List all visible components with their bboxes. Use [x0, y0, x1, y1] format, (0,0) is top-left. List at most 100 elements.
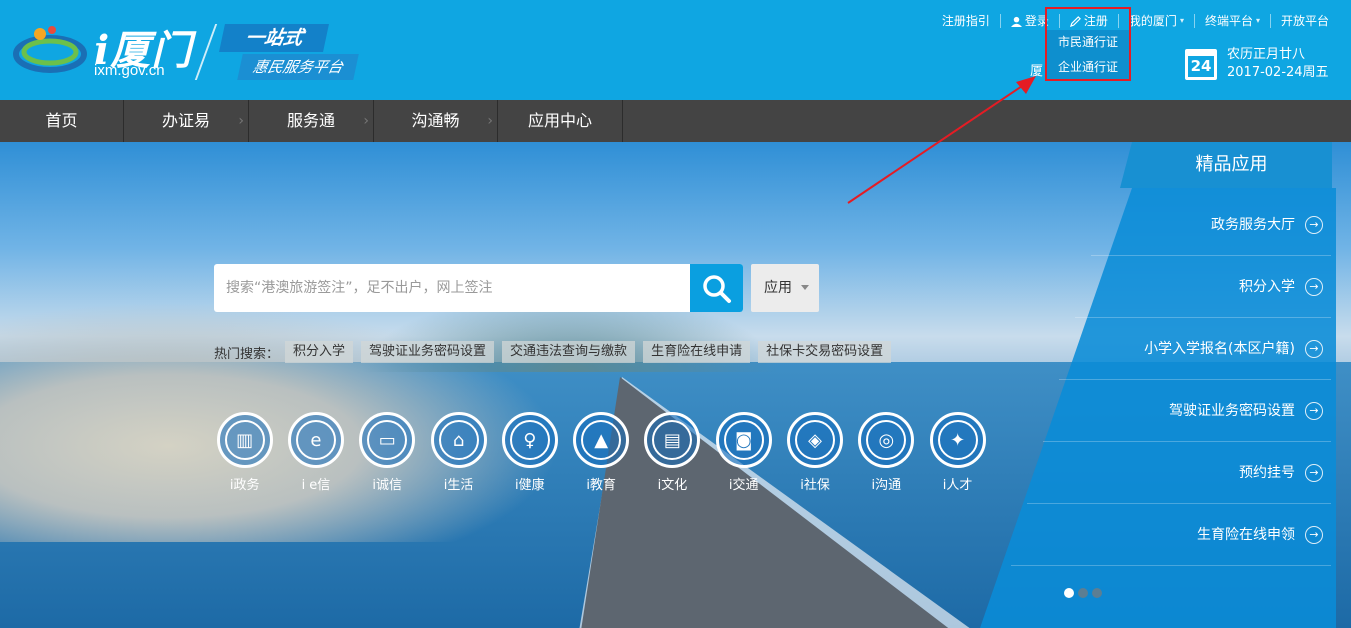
open-platform-label: 开放平台: [1280, 14, 1329, 28]
category-life[interactable]: ⌂ i生活: [423, 412, 494, 493]
nav-app-center[interactable]: 应用中心: [498, 100, 623, 142]
register-dropdown: 市民通行证 企业通行证: [1046, 30, 1130, 80]
category-label: i教育: [586, 478, 616, 493]
search-button[interactable]: [690, 264, 743, 312]
hot-search-tag[interactable]: 积分入学: [285, 341, 354, 363]
panel-item-label: 小学入学报名(本区户籍): [1144, 341, 1295, 357]
gregorian-date: 2017-02-24周五: [1227, 65, 1329, 80]
category-label: i生活: [443, 478, 474, 493]
panel-item[interactable]: 驾驶证业务密码设置 →: [1043, 380, 1331, 442]
category-circle: ▭: [359, 412, 416, 468]
nav-home[interactable]: 首页: [0, 100, 124, 142]
panel-title: 精品应用: [1195, 154, 1268, 175]
hot-search-tag[interactable]: 驾驶证业务密码设置: [361, 341, 495, 363]
category-communication[interactable]: ◎ i沟通: [851, 412, 922, 493]
yoga-icon: ♀: [509, 420, 550, 460]
category-circle: ⌂: [430, 412, 487, 468]
category-traffic[interactable]: ◙ i交通: [708, 412, 779, 493]
category-label: i社保: [800, 478, 830, 493]
car-icon: ◙: [723, 420, 764, 460]
panel-item[interactable]: 小学入学报名(本区户籍) →: [1059, 318, 1331, 380]
site-header: i厦门 ixm.gov.cn 一站式 惠民服务平台 注册指引 登录 注册 我的厦…: [0, 0, 1351, 100]
arrow-right-icon: →: [1305, 402, 1323, 420]
search-icon: [703, 275, 731, 303]
nav-certificates[interactable]: 办证易 ›: [124, 100, 249, 142]
category-education[interactable]: ▲ i教育: [565, 412, 636, 493]
category-circle: ◈: [787, 412, 844, 468]
search-input[interactable]: [214, 264, 690, 312]
main-nav: 首页 办证易 › 服务通 › 沟通畅 › 应用中心: [0, 100, 1351, 142]
panel-item[interactable]: 生育险在线申领 →: [1011, 504, 1331, 566]
hot-search-tag[interactable]: 生育险在线申请: [643, 341, 751, 363]
hot-search-label: 热门搜索：: [214, 346, 280, 362]
slogan-one-stop: 一站式: [219, 24, 329, 52]
date-info: 农历正月廿八 2017-02-24周五: [1227, 46, 1329, 82]
nav-services[interactable]: 服务通 ›: [249, 100, 374, 142]
chevron-right-icon: ›: [363, 113, 369, 129]
category-health[interactable]: ♀ i健康: [494, 412, 565, 493]
site-logo[interactable]: i厦门 ixm.gov.cn: [12, 14, 197, 84]
open-platform-link[interactable]: 开放平台: [1271, 14, 1329, 28]
category-circle: ▲: [573, 412, 630, 468]
category-government[interactable]: ▥ i政务: [209, 412, 280, 493]
carousel-dot[interactable]: [1064, 588, 1074, 598]
category-circle: ◎: [858, 412, 915, 468]
arrow-right-icon: →: [1305, 216, 1323, 234]
featured-apps-panel: 精品应用 政务服务大厅 → 积分入学 → 小学入学报名(本区户籍) → 驾驶证业务密码…: [980, 142, 1351, 628]
panel-item[interactable]: 积分入学 →: [1075, 256, 1331, 318]
chat-icon: ◎: [866, 420, 907, 460]
enterprise-pass-option[interactable]: 企业通行证: [1046, 55, 1130, 80]
building-icon: ▥: [224, 420, 265, 460]
search-scope-label: 应用: [764, 280, 792, 296]
nav-communication-label: 沟通畅: [411, 111, 460, 130]
hot-search: 热门搜索： 积分入学 驾驶证业务密码设置 交通违法查询与缴款 生育险在线申请 社…: [214, 340, 899, 364]
graduation-cap-icon: ▲: [581, 420, 622, 460]
hot-search-tag[interactable]: 交通违法查询与缴款: [502, 341, 636, 363]
category-social-security[interactable]: ◈ i社保: [779, 412, 850, 493]
nav-home-label: 首页: [45, 111, 78, 130]
panel-item-label: 驾驶证业务密码设置: [1169, 403, 1295, 419]
register-guide-link[interactable]: 注册指引: [932, 14, 1001, 28]
category-circle: ◙: [715, 412, 772, 468]
calendar-day: 24: [1190, 57, 1212, 75]
terminal-platform-menu[interactable]: 终端平台 ▾: [1195, 14, 1271, 28]
arrow-right-icon: →: [1305, 464, 1323, 482]
logo-swirl-icon: [13, 26, 87, 73]
category-label: i交通: [728, 478, 759, 493]
chevron-down-icon: ▾: [1179, 16, 1184, 25]
e-icon: e: [295, 420, 336, 460]
weather-city: 厦: [1030, 64, 1044, 79]
my-xiamen-menu[interactable]: 我的厦门 ▾: [1119, 14, 1195, 28]
category-label: i健康: [515, 478, 545, 493]
logo-divider: [194, 24, 218, 80]
user-icon: [1010, 16, 1022, 27]
card-icon: ▭: [367, 420, 408, 460]
calendar-icon: 24: [1185, 49, 1217, 80]
logo-domain: ixm.gov.cn: [94, 62, 165, 79]
category-circle: ✦: [929, 412, 986, 468]
panel-item[interactable]: 预约挂号 →: [1027, 442, 1331, 504]
register-link[interactable]: 注册: [1060, 14, 1119, 28]
search-scope-select[interactable]: 应用: [751, 264, 819, 312]
hot-search-tag[interactable]: 社保卡交易密码设置: [758, 341, 892, 363]
category-credit[interactable]: ▭ i诚信: [352, 412, 423, 493]
chevron-down-icon: ▾: [1255, 16, 1260, 25]
carousel-dot[interactable]: [1092, 588, 1102, 598]
category-e-letter[interactable]: e i e信: [280, 412, 351, 493]
panel-item[interactable]: 政务服务大厅 →: [1091, 194, 1331, 256]
login-link[interactable]: 登录: [1001, 14, 1060, 28]
login-label: 登录: [1024, 14, 1049, 28]
category-label: i政务: [229, 478, 260, 493]
terminal-platform-label: 终端平台: [1204, 14, 1253, 28]
panel-item-label: 预约挂号: [1239, 465, 1295, 481]
category-culture[interactable]: ▤ i文化: [637, 412, 708, 493]
citizen-pass-option[interactable]: 市民通行证: [1046, 30, 1130, 55]
category-label: i e信: [301, 478, 331, 493]
nav-communication[interactable]: 沟通畅 ›: [374, 100, 498, 142]
register-guide-label: 注册指引: [941, 14, 990, 28]
carousel-dot[interactable]: [1078, 588, 1088, 598]
arrow-right-icon: →: [1305, 278, 1323, 296]
category-circle: e: [287, 412, 344, 468]
top-utility-nav: 注册指引 登录 注册 我的厦门 ▾ 终端平台 ▾ 开放平台: [932, 12, 1329, 30]
panel-item-label: 生育险在线申领: [1197, 527, 1295, 543]
